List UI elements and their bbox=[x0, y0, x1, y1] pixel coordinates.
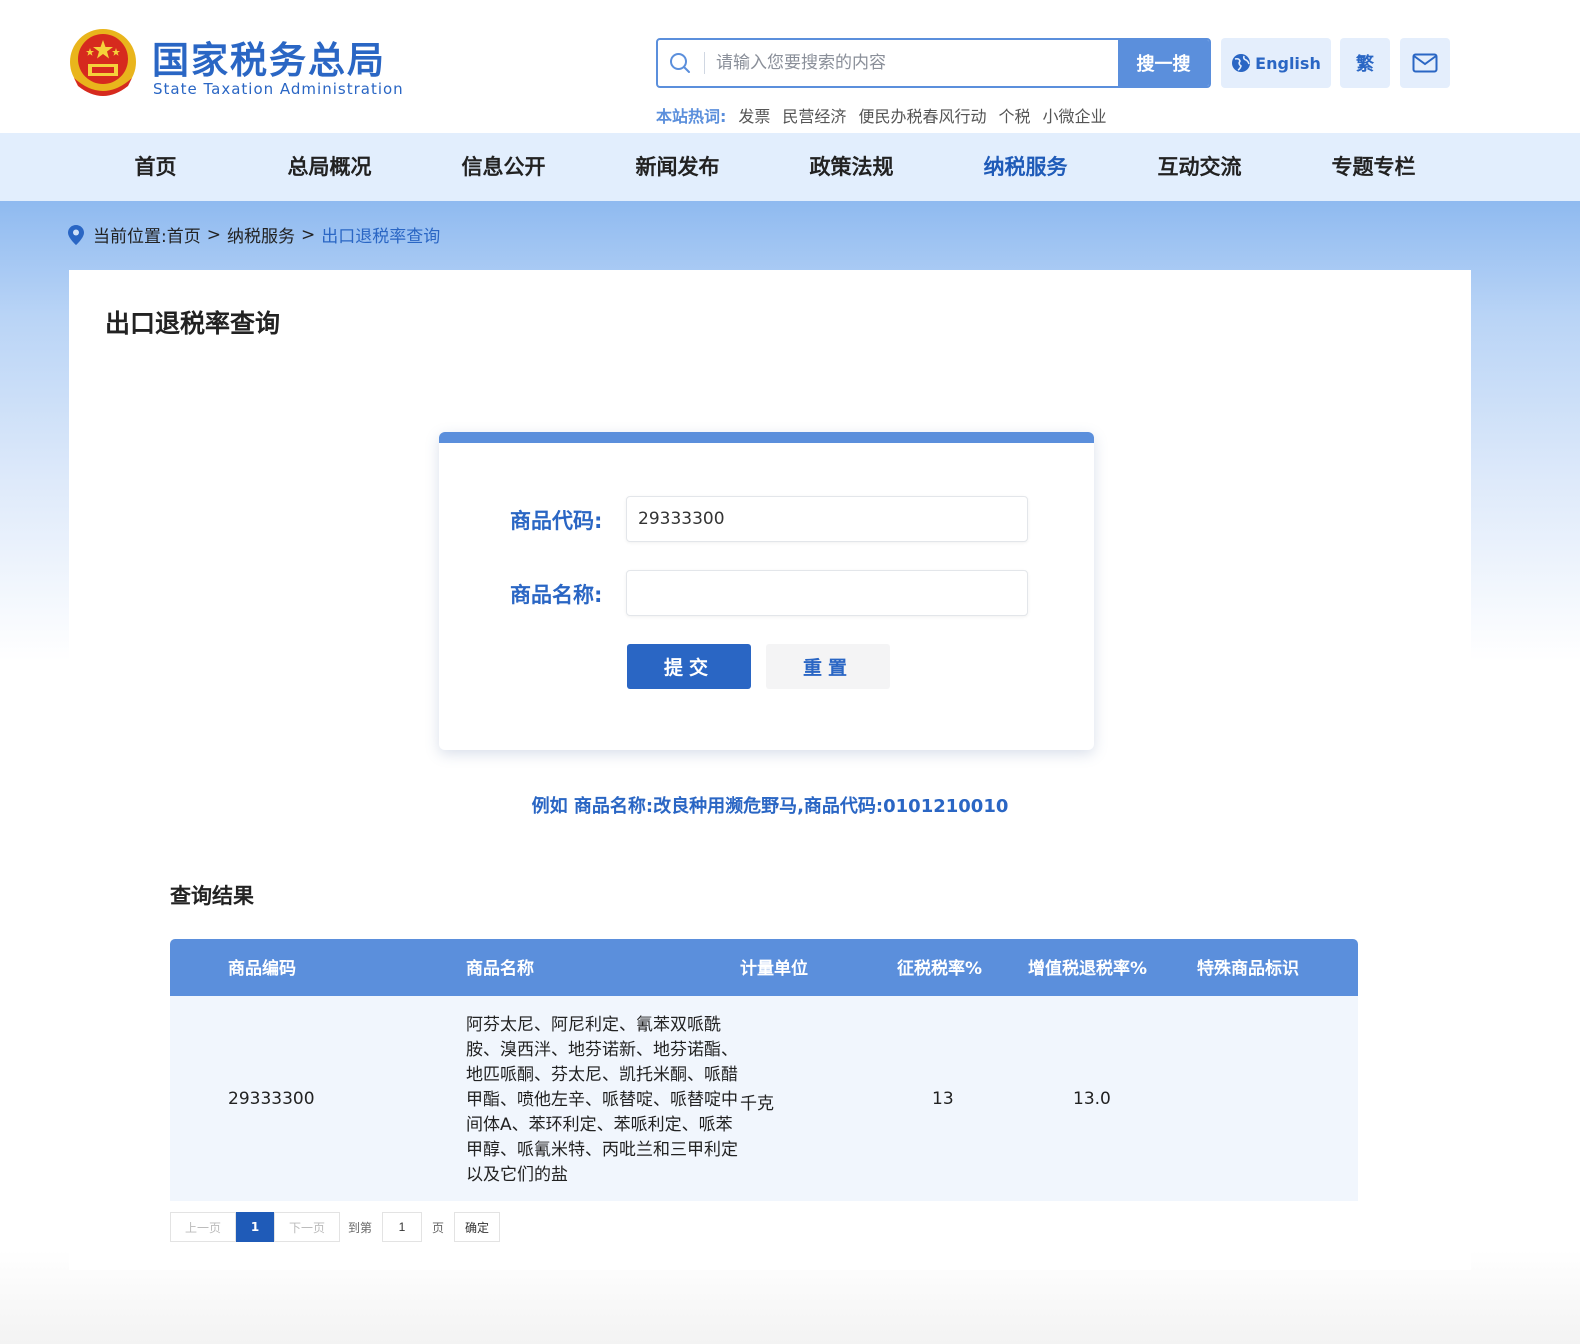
product-name-label: 商品名称: bbox=[510, 583, 603, 607]
nav-item-overview[interactable]: 总局概况 bbox=[242, 133, 417, 201]
hot-word-link[interactable]: 民营经济 bbox=[782, 103, 846, 127]
hot-words-label: 本站热词: bbox=[656, 107, 727, 126]
main-content: 出口退税率查询 商品代码: 商品名称: 提交 重置 例如 商品名称:改良种用濒危… bbox=[69, 270, 1471, 1270]
hot-word-link[interactable]: 便民办税春风行动 bbox=[858, 103, 986, 127]
column-header-tax-rate: 征税税率% bbox=[897, 959, 983, 979]
nav-item-news[interactable]: 新闻发布 bbox=[590, 133, 765, 201]
current-page[interactable]: 1 bbox=[236, 1212, 274, 1242]
breadcrumb: 当前位置: 首页 > 纳税服务 > 出口退税率查询 bbox=[68, 222, 440, 247]
prev-page-button[interactable]: 上一页 bbox=[170, 1212, 236, 1242]
column-header-unit: 计量单位 bbox=[740, 959, 808, 979]
product-name-input[interactable] bbox=[626, 570, 1028, 616]
mail-button[interactable] bbox=[1400, 38, 1450, 88]
mail-icon bbox=[1412, 53, 1438, 73]
breadcrumb-separator: > bbox=[206, 224, 221, 245]
site-title-en[interactable]: State Taxation Administration bbox=[153, 80, 404, 98]
cell-unit: 千克 bbox=[740, 1094, 774, 1114]
reset-button[interactable]: 重置 bbox=[766, 644, 890, 689]
table-row: 29333300 阿芬太尼、阿尼利定、氰苯双哌酰胺、溴西泮、地芬诺新、地芬诺酯、… bbox=[170, 996, 1358, 1201]
column-header-name: 商品名称 bbox=[466, 959, 534, 979]
search-box: 搜一搜 bbox=[656, 38, 1211, 88]
cell-refund-rate: 13.0 bbox=[1073, 1089, 1111, 1109]
next-page-button[interactable]: 下一页 bbox=[274, 1212, 340, 1242]
pagination: 上一页 1 下一页 到第 页 确定 bbox=[170, 1212, 501, 1242]
search-input[interactable] bbox=[716, 40, 1116, 86]
search-icon bbox=[670, 53, 690, 73]
site-header: 国家税务总局 State Taxation Administration 搜一搜… bbox=[0, 0, 1580, 133]
goto-page-input[interactable] bbox=[382, 1212, 423, 1242]
english-version-button[interactable]: English bbox=[1221, 38, 1331, 88]
nav-item-interaction[interactable]: 互动交流 bbox=[1112, 133, 1287, 201]
cell-tax-rate: 13 bbox=[932, 1089, 954, 1109]
column-header-code: 商品编码 bbox=[228, 959, 296, 979]
breadcrumb-current[interactable]: 出口退税率查询 bbox=[321, 222, 440, 247]
search-button[interactable]: 搜一搜 bbox=[1118, 40, 1209, 86]
hot-word-link[interactable]: 小微企业 bbox=[1042, 103, 1106, 127]
site-title-cn[interactable]: 国家税务总局 bbox=[152, 30, 386, 84]
main-nav: 首页 总局概况 信息公开 新闻发布 政策法规 纳税服务 互动交流 专题专栏 bbox=[0, 133, 1580, 201]
product-code-label: 商品代码: bbox=[510, 509, 603, 533]
goto-confirm-button[interactable]: 确定 bbox=[454, 1212, 501, 1242]
nav-item-policy[interactable]: 政策法规 bbox=[764, 133, 939, 201]
cell-name: 阿芬太尼、阿尼利定、氰苯双哌酰胺、溴西泮、地芬诺新、地芬诺酯、地匹哌酮、芬太尼、… bbox=[466, 1015, 738, 1185]
hot-word-link[interactable]: 个税 bbox=[998, 103, 1030, 127]
nav-item-tax-service[interactable]: 纳税服务 bbox=[938, 133, 1113, 201]
result-table: 商品编码 商品名称 计量单位 征税税率% 增值税退税率% 特殊商品标识 2933… bbox=[170, 939, 1358, 1201]
breadcrumb-separator: > bbox=[300, 224, 316, 245]
submit-button[interactable]: 提交 bbox=[627, 644, 751, 689]
column-header-special-flag: 特殊商品标识 bbox=[1197, 959, 1299, 979]
cell-code: 29333300 bbox=[228, 1089, 315, 1109]
hot-words: 本站热词: 发票 民营经济 便民办税春风行动 个税 小微企业 bbox=[656, 103, 1106, 127]
breadcrumb-prefix: 当前位置: bbox=[93, 227, 167, 247]
nav-item-home[interactable]: 首页 bbox=[68, 133, 243, 201]
query-form: 商品代码: 商品名称: 提交 重置 bbox=[439, 432, 1094, 750]
traditional-chinese-button[interactable]: 繁 bbox=[1340, 38, 1390, 88]
page-unit-label: 页 bbox=[432, 1220, 445, 1235]
page-title: 出口退税率查询 bbox=[105, 309, 281, 338]
breadcrumb-home[interactable]: 首页 bbox=[167, 222, 201, 247]
nav-item-special-topics[interactable]: 专题专栏 bbox=[1286, 133, 1461, 201]
product-code-input[interactable] bbox=[626, 496, 1028, 542]
result-title: 查询结果 bbox=[170, 884, 254, 908]
column-header-refund-rate: 增值税退税率% bbox=[1028, 959, 1148, 979]
english-label: English bbox=[1255, 53, 1321, 73]
location-pin-icon bbox=[68, 224, 84, 245]
globe-icon bbox=[1232, 54, 1251, 72]
nav-item-info-disclosure[interactable]: 信息公开 bbox=[416, 133, 591, 201]
national-emblem-logo[interactable] bbox=[68, 26, 138, 100]
goto-label: 到第 bbox=[348, 1220, 373, 1235]
form-top-bar bbox=[439, 432, 1094, 443]
breadcrumb-parent[interactable]: 纳税服务 bbox=[227, 222, 295, 247]
hot-word-link[interactable]: 发票 bbox=[738, 103, 770, 127]
example-hint: 例如 商品名称:改良种用濒危野马,商品代码:0101210010 bbox=[531, 796, 1009, 817]
table-header: 商品编码 商品名称 计量单位 征税税率% 增值税退税率% 特殊商品标识 bbox=[170, 939, 1358, 996]
search-divider bbox=[704, 52, 705, 74]
